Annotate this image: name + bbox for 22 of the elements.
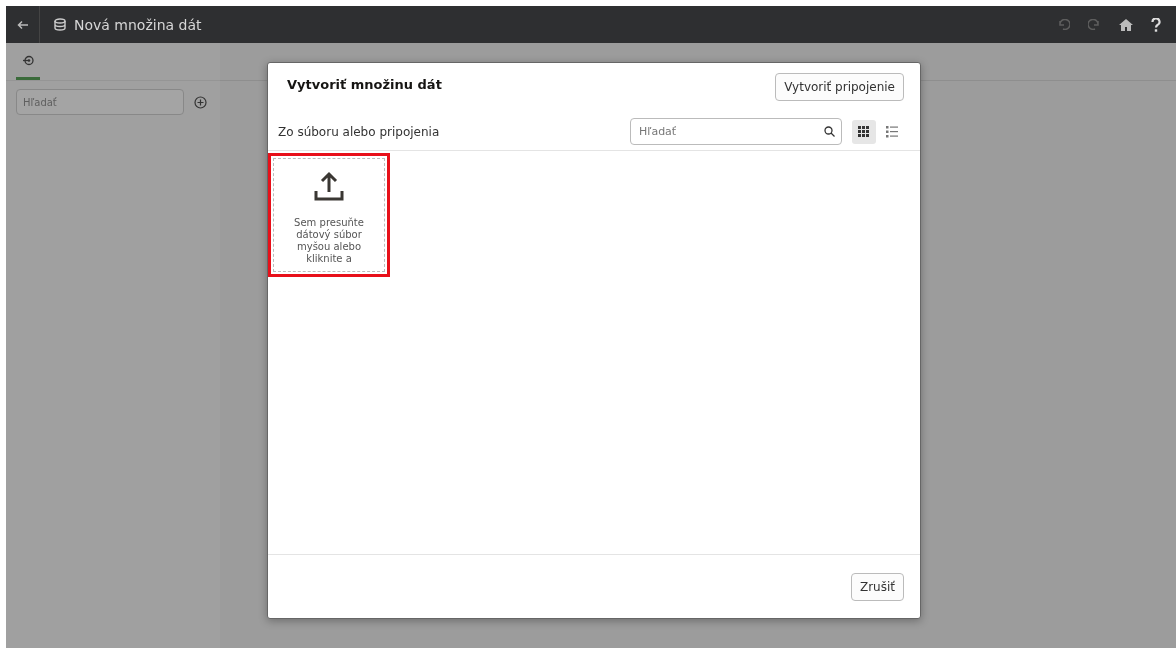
help-icon — [1151, 17, 1161, 32]
connection-icon — [22, 55, 34, 66]
list-view-icon — [886, 125, 898, 138]
section-label: Zo súboru alebo pripojenia — [278, 124, 441, 139]
database-icon — [54, 18, 66, 31]
add-icon[interactable] — [194, 95, 207, 109]
grid-view-icon — [858, 125, 870, 138]
redo-icon — [1088, 19, 1101, 30]
view-toggle[interactable] — [852, 119, 876, 144]
page-title: Nová množina dát — [74, 16, 202, 33]
search-field[interactable]: Hľadať — [630, 118, 842, 145]
upload-icon — [314, 171, 344, 201]
home-icon — [1119, 18, 1133, 31]
dialog-title: Vytvoriť množinu dát — [287, 77, 442, 92]
cancel-button[interactable]: Zrušiť — [850, 572, 904, 601]
upload-hint: Sem presuňte dátový súbor myšou alebo kliknite a — [293, 217, 365, 265]
search-icon — [824, 126, 835, 137]
search-field[interactable]: Hľadať — [16, 89, 184, 115]
undo-icon — [1057, 19, 1070, 30]
create-connection-button[interactable]: Vytvoriť pripojenie — [775, 73, 904, 101]
upload-tile[interactable]: Sem presuňte dátový súbor myšou alebo kliknite a — [273, 158, 385, 272]
back-arrow-icon — [16, 19, 29, 30]
